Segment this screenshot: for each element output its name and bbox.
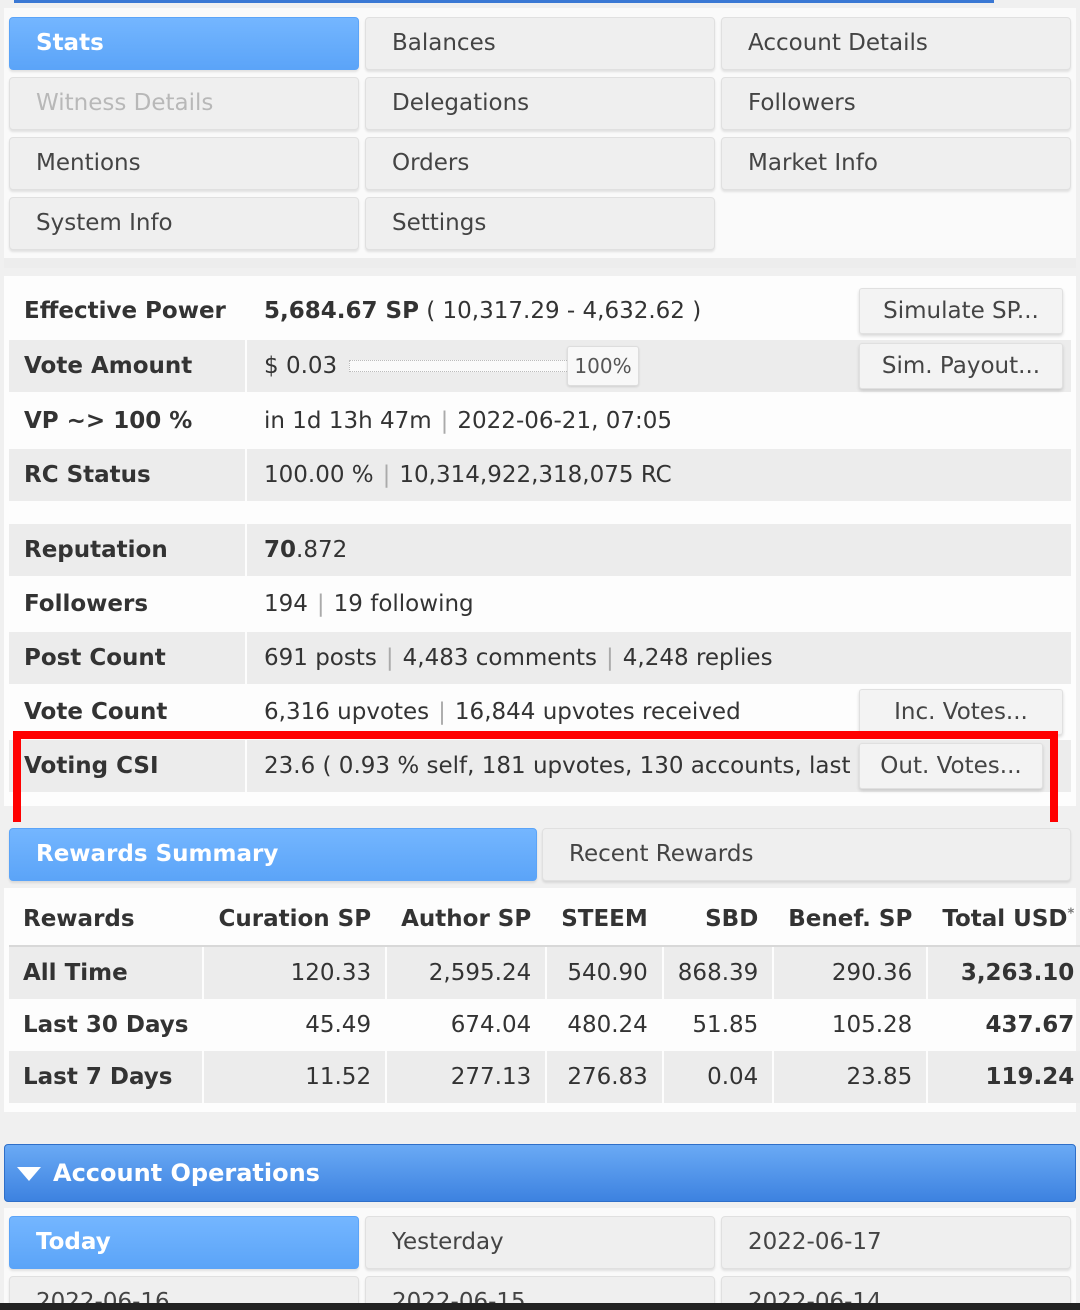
rewards-tabs: Rewards Summary Recent Rewards: [4, 822, 1076, 888]
stats-panel: Effective Power 5,684.67 SP ( 10,317.29 …: [4, 276, 1076, 806]
value-effective-power: 5,684.67 SP ( 10,317.29 - 4,632.62 ): [264, 298, 702, 324]
tab-account-details[interactable]: Account Details: [721, 17, 1071, 70]
table-row: Last 30 Days 45.49 674.04 480.24 51.85 1…: [9, 999, 1080, 1051]
value-vp: in 1d 13h 47m | 2022-06-21, 07:05: [264, 408, 672, 434]
account-operations-header[interactable]: Account Operations: [4, 1144, 1076, 1202]
col-sbd: SBD: [662, 893, 775, 947]
account-operations-title: Account Operations: [53, 1159, 320, 1187]
table-row: Last 7 Days 11.52 277.13 276.83 0.04 23.…: [9, 1051, 1080, 1103]
cell: All Time: [9, 946, 205, 999]
cell: 105.28: [773, 999, 929, 1051]
cell: 2,595.24: [386, 946, 548, 999]
tab-rewards-summary[interactable]: Rewards Summary: [9, 828, 537, 881]
tab-orders[interactable]: Orders: [365, 137, 715, 190]
bottom-edge: [0, 1303, 1080, 1310]
cell: 277.13: [386, 1051, 548, 1103]
triangle-down-icon: [17, 1167, 41, 1181]
row-vote-amount: Vote Amount $ 0.03 100% Sim. Payout...: [9, 340, 1071, 392]
cell: Last 30 Days: [9, 999, 205, 1051]
tab-stats[interactable]: Stats: [9, 17, 359, 70]
label-post-count: Post Count: [9, 632, 247, 684]
value-reputation: 70.872: [264, 537, 348, 563]
tab-day-2022-06-14[interactable]: 2022-06-14: [721, 1276, 1071, 1303]
value-post-count: 691 posts | 4,483 comments | 4,248 replies: [264, 645, 773, 671]
value-voting-csi: 23.6 ( 0.93 % self, 181 upvotes, 130 acc…: [264, 753, 904, 779]
cell: 45.49: [203, 999, 388, 1051]
cell: 0.04: [662, 1051, 775, 1103]
tab-followers[interactable]: Followers: [721, 77, 1071, 130]
stats-nav-tabs: Stats Balances Account Details Witness D…: [4, 8, 1076, 268]
label-followers: Followers: [9, 578, 247, 630]
tab-today[interactable]: Today: [9, 1216, 359, 1269]
tab-system-info[interactable]: System Info: [9, 197, 359, 250]
row-reputation: Reputation 70.872: [9, 524, 1071, 576]
rewards-table: Rewards Curation SP Author SP STEEM SBD …: [9, 893, 1080, 1103]
cell-total: 3,263.10: [927, 946, 1080, 999]
row-post-count: Post Count 691 posts | 4,483 comments | 4,24…: [9, 632, 1071, 684]
tabs-divider: [4, 258, 1076, 268]
col-benef-sp: Benef. SP: [773, 893, 929, 947]
top-edge: [0, 0, 1080, 6]
top-accent-line: [14, 0, 994, 3]
simulate-sp-button[interactable]: Simulate SP...: [859, 288, 1063, 334]
day-tabs: Today Yesterday 2022-06-17 2022-06-16 20…: [4, 1208, 1076, 1303]
vote-weight-percent[interactable]: 100%: [567, 346, 639, 386]
cell-total: 437.67: [927, 999, 1080, 1051]
label-reputation: Reputation: [9, 524, 247, 576]
tab-day-2022-06-15[interactable]: 2022-06-15: [365, 1276, 715, 1303]
inc-votes-button[interactable]: Inc. Votes...: [859, 689, 1063, 735]
row-vote-count: Vote Count 6,316 upvotes | 16,844 upvotes …: [9, 686, 1071, 738]
cell: 120.33: [203, 946, 388, 999]
col-steem: STEEM: [546, 893, 664, 947]
tab-market-info[interactable]: Market Info: [721, 137, 1071, 190]
out-votes-button[interactable]: Out. Votes...: [859, 743, 1043, 789]
cell: 11.52: [203, 1051, 388, 1103]
cell: 276.83: [546, 1051, 664, 1103]
tab-delegations[interactable]: Delegations: [365, 77, 715, 130]
label-vp: VP ~> 100 %: [9, 395, 247, 447]
cell: 868.39: [662, 946, 775, 999]
cell: 51.85: [662, 999, 775, 1051]
col-total-usd: Total USD*: [927, 893, 1080, 947]
label-voting-csi: Voting CSI: [9, 740, 247, 792]
table-row: All Time 120.33 2,595.24 540.90 868.39 2…: [9, 946, 1080, 999]
tab-day-2022-06-16[interactable]: 2022-06-16: [9, 1276, 359, 1303]
tab-mentions[interactable]: Mentions: [9, 137, 359, 190]
tab-witness-details: Witness Details: [9, 77, 359, 130]
label-effective-power: Effective Power: [9, 285, 247, 337]
value-vote-count: 6,316 upvotes | 16,844 upvotes received: [264, 699, 741, 725]
value-followers: 194 | 19 following: [264, 591, 474, 617]
cell: 540.90: [546, 946, 664, 999]
value-vote-amount: $ 0.03: [264, 353, 338, 379]
cell: 674.04: [386, 999, 548, 1051]
row-followers: Followers 194 | 19 following: [9, 578, 1071, 630]
label-vote-amount: Vote Amount: [9, 340, 247, 392]
value-rc-status: 100.00 % | 10,314,922,318,075 RC: [264, 462, 672, 488]
vote-weight-slider[interactable]: [349, 360, 569, 372]
cell: 480.24: [546, 999, 664, 1051]
tab-recent-rewards[interactable]: Recent Rewards: [542, 828, 1071, 881]
col-rewards: Rewards: [9, 893, 205, 947]
rewards-header-row: Rewards Curation SP Author SP STEEM SBD …: [9, 893, 1080, 947]
sim-payout-button[interactable]: Sim. Payout...: [859, 343, 1063, 389]
cell: 290.36: [773, 946, 929, 999]
tab-balances[interactable]: Balances: [365, 17, 715, 70]
col-author-sp: Author SP: [386, 893, 548, 947]
row-rc-status: RC Status 100.00 % | 10,314,922,318,075 RC: [9, 449, 1071, 501]
cell: 23.85: [773, 1051, 929, 1103]
tab-settings[interactable]: Settings: [365, 197, 715, 250]
row-effective-power: Effective Power 5,684.67 SP ( 10,317.29 …: [9, 285, 1071, 337]
label-vote-count: Vote Count: [9, 686, 247, 738]
tab-day-2022-06-17[interactable]: 2022-06-17: [721, 1216, 1071, 1269]
cell-total: 119.24: [927, 1051, 1080, 1103]
cell: Last 7 Days: [9, 1051, 205, 1103]
tab-yesterday[interactable]: Yesterday: [365, 1216, 715, 1269]
row-voting-csi: Voting CSI 23.6 ( 0.93 % self, 181 upvot…: [9, 740, 1071, 792]
row-vp: VP ~> 100 % in 1d 13h 47m | 2022-06-21, 07…: [9, 395, 1071, 447]
label-rc-status: RC Status: [9, 449, 247, 501]
col-curation-sp: Curation SP: [203, 893, 388, 947]
